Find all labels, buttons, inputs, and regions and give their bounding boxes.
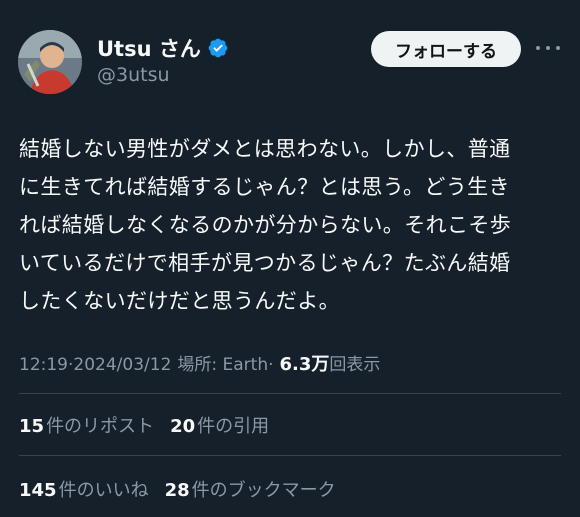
tweet-meta: 12:19 · 2024/03/12 場所: Earth · 6.3万 回表示 [19,350,380,376]
likes-stat[interactable]: 145 件のいいね [19,476,149,502]
avatar-image [18,30,82,94]
more-dot [536,46,540,50]
tweet-text-line: いているだけで相手が見つかるじゃん？たぶん結婚 [19,251,511,275]
tweet-location: 場所: Earth [177,355,269,375]
tweet-text-line: に生きてれば結婚するじゃん？とは思う。どう生き [19,175,510,199]
tweet-text-line: 結婚しない男性がダメとは思わない。しかし、普通 [19,137,511,161]
divider [19,455,561,456]
verified-badge-icon [208,38,228,58]
avatar[interactable] [18,30,82,94]
tweet-text-line: れば結婚しなくなるのかが分からない。それこそ歩 [19,213,512,237]
stats-row-reposts: 15 件のリポスト 20 件の引用 [19,412,269,438]
quotes-count: 20 [170,416,196,437]
quotes-label: 件の引用 [197,416,270,437]
tweet-time[interactable]: 12:19 [19,355,68,375]
more-dot [556,46,560,50]
reposts-count: 15 [19,416,45,437]
divider [19,393,561,394]
bookmarks-label: 件のブックマーク [191,480,336,501]
stats-row-likes: 145 件のいいね 28 件のブックマーク [19,476,336,502]
bookmarks-stat[interactable]: 28 件のブックマーク [165,476,336,502]
more-dot [546,46,550,50]
views-count: 6.3万 [279,354,330,375]
tweet-date[interactable]: 2024/03/12 [73,355,171,375]
author-display-name[interactable]: Utsu さん [97,33,201,63]
author-handle[interactable]: @3utsu [97,64,170,86]
more-horizontal-icon[interactable] [536,40,560,56]
likes-count: 145 [19,480,57,501]
views-label: 回表示 [329,355,381,375]
reposts-label: 件のリポスト [46,416,155,437]
bookmarks-count: 28 [164,480,190,501]
tweet-text: 結婚しない男性がダメとは思わない。しかし、普通 に生きてれば結婚するじゃん？とは… [19,130,564,320]
quotes-stat[interactable]: 20 件の引用 [170,412,269,438]
follow-button[interactable]: フォローする [371,31,521,67]
likes-label: 件のいいね [58,480,149,501]
meta-separator: · [268,355,274,375]
reposts-stat[interactable]: 15 件のリポスト [19,412,154,438]
author-name-row[interactable]: Utsu さん [97,33,229,63]
tweet-text-line: したくないだけだと思うんだよ。 [19,289,340,313]
